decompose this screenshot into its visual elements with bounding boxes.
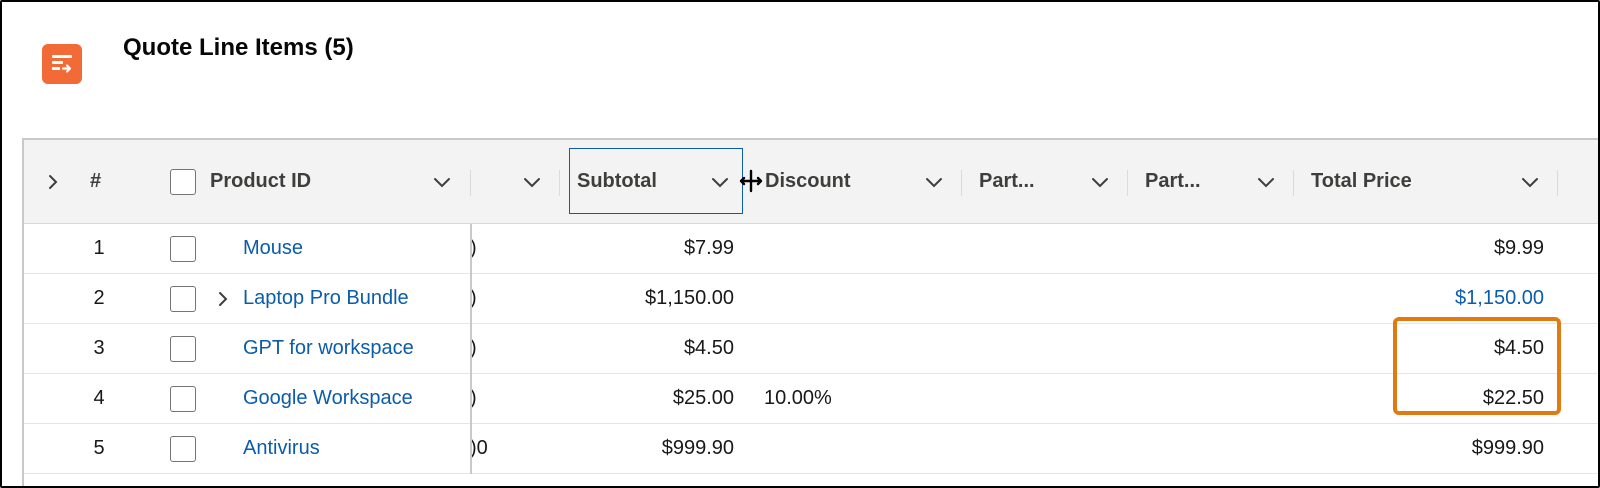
product-link[interactable]: Mouse	[243, 224, 303, 273]
discount-value: 10.00%	[764, 387, 832, 409]
subtotal-value: $25.00	[672, 387, 734, 409]
row-number: 5	[93, 437, 105, 459]
table-header: # Product ID Subtotal Discount Part... P…	[24, 140, 1598, 224]
frozen-column-divider[interactable]	[470, 224, 472, 474]
card-title[interactable]: Quote Line Items (5)	[123, 34, 354, 62]
clipped-value: )0	[470, 437, 488, 459]
row-number: 3	[93, 337, 105, 359]
chevron-down-icon[interactable]	[925, 173, 943, 191]
total-price-link[interactable]: $1,150.00	[1364, 274, 1544, 323]
total-price-value: $9.99	[1493, 237, 1544, 259]
total-price-value: $999.90	[1471, 437, 1544, 459]
row-number: 4	[93, 387, 105, 409]
header-row-number: #	[90, 170, 102, 192]
product-link[interactable]: GPT for workspace	[243, 324, 414, 373]
row-checkbox[interactable]	[170, 374, 196, 423]
highlight-annotation	[1393, 317, 1561, 415]
column-separator	[559, 170, 560, 196]
header-part-1[interactable]: Part...	[979, 140, 1035, 223]
column-separator	[1557, 170, 1558, 196]
chevron-down-icon[interactable]	[1257, 173, 1275, 191]
chevron-down-icon[interactable]	[711, 173, 729, 191]
chevron-down-icon[interactable]	[523, 173, 541, 191]
row-number: 2	[93, 287, 105, 309]
table-row: 2 Laptop Pro Bundle ) $1,150.00 $1,150.0…	[24, 274, 1598, 324]
product-link[interactable]: Antivirus	[243, 424, 320, 473]
table-row: 3 GPT for workspace ) $4.50 $4.50	[24, 324, 1598, 374]
row-checkbox[interactable]	[170, 224, 196, 273]
chevron-down-icon[interactable]	[433, 173, 451, 191]
table-row: 5 Antivirus )0 $999.90 $999.90	[24, 424, 1598, 474]
column-separator	[470, 170, 471, 196]
header-total-price[interactable]: Total Price	[1311, 140, 1412, 223]
row-checkbox[interactable]	[170, 274, 196, 323]
chevron-right-icon	[49, 174, 58, 189]
table-row: 1 Mouse ) $7.99 $9.99	[24, 224, 1598, 274]
product-link[interactable]: Google Workspace	[243, 374, 413, 423]
expand-all-button[interactable]	[44, 140, 64, 223]
row-number: 1	[93, 237, 105, 259]
quote-line-items-icon	[42, 44, 82, 84]
product-link[interactable]: Laptop Pro Bundle	[243, 274, 409, 323]
header-subtotal[interactable]: Subtotal	[577, 140, 657, 223]
subtotal-value: $999.90	[661, 437, 734, 459]
chevron-down-icon[interactable]	[1091, 173, 1109, 191]
row-checkbox[interactable]	[170, 324, 196, 373]
header-part-2[interactable]: Part...	[1145, 140, 1201, 223]
chevron-right-icon	[219, 291, 228, 306]
row-checkbox[interactable]	[170, 424, 196, 473]
resize-cursor-icon	[739, 169, 763, 193]
header-product-id[interactable]: Product ID	[210, 140, 311, 223]
column-separator	[961, 170, 962, 196]
select-all-checkbox[interactable]	[170, 140, 196, 223]
subtotal-value: $1,150.00	[645, 287, 734, 309]
chevron-down-icon[interactable]	[1521, 173, 1539, 191]
column-separator	[1293, 170, 1294, 196]
subtotal-value: $7.99	[683, 237, 734, 259]
table-row: 4 Google Workspace ) $25.00 10.00% $22.5…	[24, 374, 1598, 424]
subtotal-value: $4.50	[683, 337, 734, 359]
column-separator	[1127, 170, 1128, 196]
quote-line-items-table: # Product ID Subtotal Discount Part... P…	[22, 138, 1598, 486]
related-list-card: Quote Line Items (5) # Product ID Subtot…	[0, 0, 1600, 488]
expand-row-button[interactable]	[214, 274, 232, 323]
header-discount[interactable]: Discount	[765, 140, 851, 223]
